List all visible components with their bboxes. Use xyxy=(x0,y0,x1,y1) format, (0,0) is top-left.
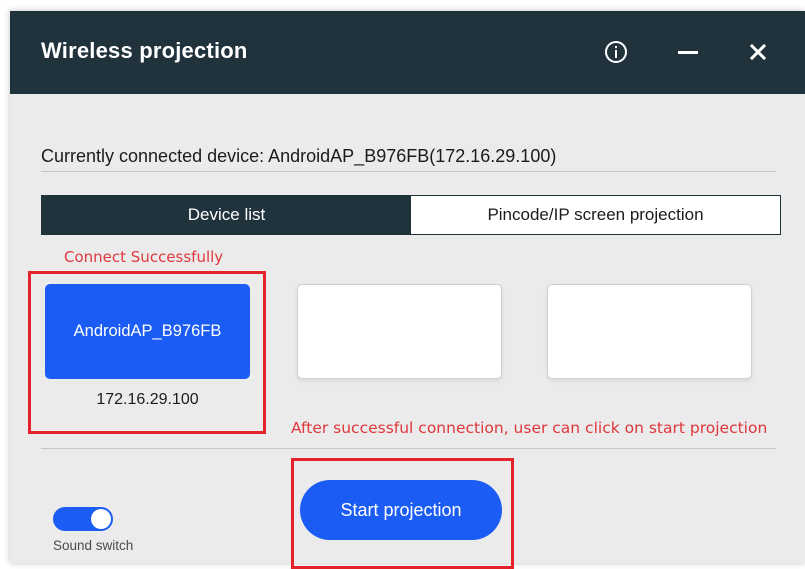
start-projection-annotation: After successful connection, user can cl… xyxy=(291,419,768,437)
device-card-empty-3[interactable] xyxy=(547,284,752,379)
info-icon[interactable] xyxy=(603,39,629,65)
device-card-empty-2[interactable] xyxy=(297,284,502,379)
device-card-androidap[interactable]: AndroidAP_B976FB xyxy=(45,284,250,379)
toggle-knob xyxy=(91,509,111,529)
device-card-name: AndroidAP_B976FB xyxy=(73,322,222,340)
device-card-ip: 172.16.29.100 xyxy=(96,391,199,408)
window-title: Wireless projection xyxy=(41,38,248,63)
sound-switch-toggle[interactable] xyxy=(53,507,113,531)
connect-success-annotation: Connect Successfully xyxy=(64,248,224,266)
divider xyxy=(41,448,776,449)
minimize-icon[interactable] xyxy=(674,39,702,65)
connected-device-status: Currently connected device: AndroidAP_B9… xyxy=(41,146,557,166)
tab-device-list[interactable]: Device list xyxy=(42,196,411,234)
close-icon[interactable] xyxy=(745,39,771,65)
tab-bar: Device list Pincode/IP screen projection xyxy=(41,195,781,235)
start-projection-button[interactable]: Start projection xyxy=(300,480,502,540)
divider xyxy=(41,171,776,172)
sound-switch-label: Sound switch xyxy=(53,538,134,553)
projection-window: Wireless projection Currently connected … xyxy=(10,11,805,569)
tab-pincode-ip-projection[interactable]: Pincode/IP screen projection xyxy=(411,196,780,234)
title-bar: Wireless projection xyxy=(10,11,805,94)
